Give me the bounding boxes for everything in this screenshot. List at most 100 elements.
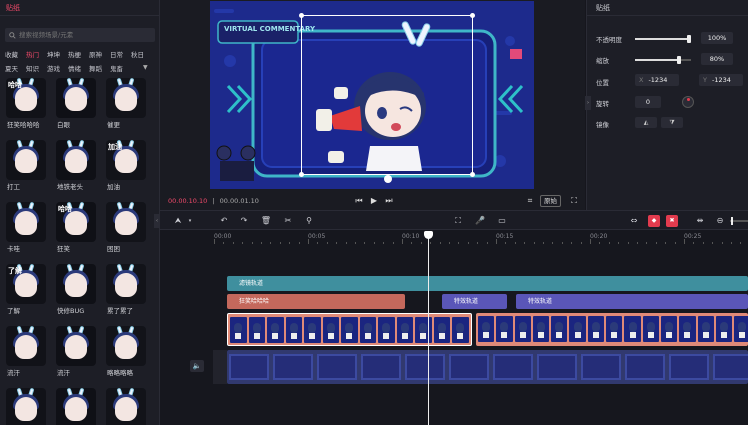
sticker-item[interactable]: 哈哈 狂笑 — [56, 202, 96, 257]
opacity-value[interactable]: 100% — [701, 32, 733, 44]
scale-knob[interactable] — [676, 56, 681, 64]
ruler-tick-label: 00:15 — [496, 233, 514, 240]
category-categories_row2-4[interactable]: 舞蹈 — [89, 63, 110, 75]
category-row-2: 夏天 知识 游戏 情绪 舞蹈 鬼畜 — [5, 63, 155, 75]
left-collapse-icon[interactable]: ‹ — [154, 214, 160, 228]
sticker-item[interactable]: 地铁老头 — [56, 140, 96, 195]
position-y-field[interactable]: Y -1234 — [699, 74, 743, 86]
mirror-vertical-button[interactable]: ⧩ — [661, 117, 683, 128]
sticker-item[interactable]: 打工 — [6, 140, 46, 195]
fullscreen-icon[interactable]: ⛶ — [568, 195, 580, 207]
collapse-panel-icon[interactable]: › — [585, 96, 591, 110]
resize-handle-tr[interactable] — [470, 13, 475, 18]
search-box[interactable] — [5, 28, 155, 42]
sticker-track[interactable]: 狂笑哈哈哈 — [227, 294, 405, 309]
sticker-thumbnail — [6, 140, 46, 180]
category-categories_row1-5[interactable]: 日常 — [110, 49, 131, 61]
sticker-item[interactable]: 哈哈 狂笑哈哈哈 — [6, 78, 46, 133]
prev-frame-icon[interactable]: ⏮ — [353, 195, 365, 207]
rotate-dial-icon[interactable] — [682, 96, 694, 108]
zoom-slider[interactable] — [730, 217, 748, 225]
track-link-icon[interactable]: ⇔ — [628, 215, 640, 227]
play-icon[interactable]: ▶ — [368, 195, 380, 207]
category-categories_row1-3[interactable]: 热梗 — [68, 49, 89, 61]
original-ratio-button[interactable]: 原始 — [540, 195, 561, 207]
audio-clip[interactable] — [227, 350, 748, 384]
resize-handle-tl[interactable] — [299, 13, 304, 18]
sticker-item[interactable]: 快修BUG — [56, 264, 96, 319]
filter-track[interactable]: 滤镜轨道 — [227, 276, 748, 291]
sticker-item[interactable]: 流汗 — [6, 326, 46, 381]
sticker-label: 卡哇 — [7, 245, 20, 253]
mirror-horizontal-button[interactable]: ◭ — [635, 117, 657, 128]
sticker-item[interactable] — [6, 388, 46, 425]
fit-timeline-icon[interactable]: ⇹ — [694, 215, 706, 227]
sticker-item[interactable] — [56, 388, 96, 425]
total-time: 00.00.01.10 — [219, 197, 259, 205]
effect-track-2[interactable]: 特效轨道 — [516, 294, 748, 309]
volume-icon[interactable]: 🔈 — [190, 360, 204, 372]
resize-handle-bl[interactable] — [299, 172, 304, 177]
sticker-item[interactable]: 流汗 — [56, 326, 96, 381]
sticker-label: 催更 — [107, 121, 120, 129]
microphone-icon[interactable]: 🎤 — [474, 215, 486, 227]
category-categories_row1-0[interactable]: 收藏 — [5, 49, 26, 61]
category-categories_row1-4[interactable]: 原神 — [89, 49, 110, 61]
select-dropdown-icon[interactable]: ▾ — [184, 215, 196, 227]
resize-handle-br[interactable] — [470, 172, 475, 177]
search-input[interactable] — [19, 31, 149, 39]
delete-icon[interactable]: 🗑 — [260, 215, 272, 227]
sticker-thumbnail — [56, 78, 96, 118]
y-value: -1234 — [711, 76, 731, 84]
scale-slider[interactable] — [635, 56, 691, 64]
category-categories_row1-2[interactable]: 坤坤 — [47, 49, 68, 61]
sticker-label: 地铁老头 — [57, 183, 83, 191]
rotate-value[interactable]: 0 — [635, 96, 661, 108]
category-categories_row1-1[interactable]: 热门 — [26, 49, 47, 61]
opacity-knob[interactable] — [687, 35, 691, 43]
next-frame-icon[interactable]: ⏭ — [383, 195, 395, 207]
sticker-label: 狂笑 — [57, 245, 70, 253]
redo-icon[interactable]: ↷ — [238, 215, 250, 227]
select-tool-icon[interactable]: ⮝ — [172, 215, 184, 227]
sticker-item[interactable]: 卡哇 — [6, 202, 46, 257]
category-categories_row2-5[interactable]: 鬼畜 — [110, 63, 131, 75]
effect-track-1[interactable]: 特效轨道 — [442, 294, 507, 309]
position-x-field[interactable]: X -1234 — [635, 74, 679, 86]
zoom-out-icon[interactable]: ⊖ — [714, 215, 726, 227]
split-icon[interactable]: ✂ — [282, 215, 294, 227]
category-dropdown-icon[interactable]: ▼ — [143, 64, 148, 71]
sticker-item[interactable]: 加油 加油 — [106, 140, 146, 195]
video-clip[interactable] — [476, 313, 748, 346]
opacity-slider[interactable] — [635, 35, 691, 43]
sticker-item[interactable]: 了解 了解 — [6, 264, 46, 319]
selection-box[interactable] — [299, 13, 475, 177]
crop-icon[interactable]: ⌗ — [524, 195, 536, 207]
camera-icon[interactable]: ▭ — [496, 215, 508, 227]
marker-icon[interactable]: ⚲ — [303, 215, 315, 227]
sticker-item[interactable]: 困困 — [106, 202, 146, 257]
category-categories_row2-1[interactable]: 知识 — [26, 63, 47, 75]
category-categories_row2-2[interactable]: 游戏 — [47, 63, 68, 75]
category-categories_row2-0[interactable]: 夏天 — [5, 63, 26, 75]
sticker-item[interactable]: 累了累了 — [106, 264, 146, 319]
audio-mute-icon[interactable]: ✖ — [666, 215, 678, 227]
sticker-label: 白眼 — [57, 121, 70, 129]
sticker-item[interactable] — [106, 388, 146, 425]
video-clip-selected[interactable] — [227, 313, 472, 346]
snap-icon[interactable]: ◆ — [648, 215, 660, 227]
timeline-area: 00:00 00:05 00:10 00:15 00:20 00:25 滤镜轨道 狂笑哈哈… — [160, 230, 748, 425]
sticker-item[interactable]: 白眼 — [56, 78, 96, 133]
sticker-item[interactable]: 催更 — [106, 78, 146, 133]
category-categories_row1-6[interactable]: 秋日 — [131, 49, 152, 61]
opacity-fill — [635, 38, 691, 40]
undo-icon[interactable]: ↶ — [218, 215, 230, 227]
freeze-icon[interactable]: ⛶ — [452, 215, 464, 227]
sticker-item[interactable]: 略略略略 — [106, 326, 146, 381]
sticker-label: 累了累了 — [107, 307, 133, 315]
ruler-tick-label: 00:10 — [402, 233, 420, 240]
playhead[interactable] — [428, 232, 429, 425]
time-ruler[interactable]: 00:00 00:05 00:10 00:15 00:20 00:25 — [160, 230, 748, 244]
scale-value[interactable]: 80% — [701, 53, 733, 65]
category-categories_row2-3[interactable]: 情绪 — [68, 63, 89, 75]
